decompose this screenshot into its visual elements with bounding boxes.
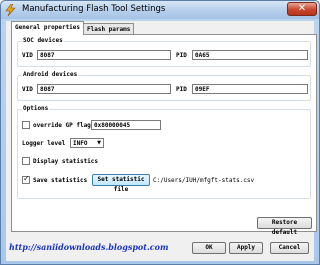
display-statistics-checkbox[interactable] — [22, 157, 30, 165]
soc-devices-title: SOC devices — [22, 37, 64, 44]
statistic-file-path: C:/Users/IUH/mfgft-stats.csv — [153, 177, 255, 184]
android-vid-field[interactable]: 8087 — [37, 84, 171, 94]
soc-vid-field[interactable]: 8087 — [37, 50, 171, 60]
apply-button[interactable]: Apply — [229, 242, 263, 254]
save-statistics-label: Save statistics — [33, 177, 88, 184]
lightning-icon — [5, 4, 16, 16]
dialog-client-area: General properties Flash params SOC devi… — [6, 21, 317, 261]
window-title: Manufacturing Flash Tool Settings — [22, 4, 166, 14]
chevron-down-icon: ▼ — [97, 140, 101, 146]
android-pid-field[interactable]: 09EF — [192, 84, 308, 94]
override-gp-checkbox[interactable] — [22, 121, 30, 129]
logger-level-select[interactable]: INFO ▼ — [70, 138, 104, 148]
android-vid-label: VID — [22, 86, 33, 93]
soc-pid-label: PID — [176, 52, 187, 59]
general-properties-panel: SOC devices VID 8087 PID 0A65 Android de… — [11, 34, 317, 236]
save-statistics-checkbox[interactable] — [22, 174, 30, 184]
ok-button[interactable]: OK — [192, 242, 226, 254]
soc-devices-group: SOC devices VID 8087 PID 0A65 — [17, 37, 311, 67]
settings-window: Manufacturing Flash Tool Settings ✕ Gene… — [0, 0, 320, 265]
tab-general-properties[interactable]: General properties — [11, 21, 85, 35]
display-statistics-label: Display statistics — [33, 158, 99, 165]
restore-default-button[interactable]: Restore default — [257, 217, 312, 236]
soc-vid-label: VID — [22, 52, 33, 59]
close-button[interactable]: ✕ — [287, 2, 317, 16]
watermark-text: http://saniidownloads.blogspot.com — [9, 242, 169, 252]
options-group: Options override GP flag 0x80000045 Logg… — [17, 105, 311, 199]
cancel-button[interactable]: Cancel — [270, 242, 309, 254]
override-gp-field[interactable]: 0x80000045 — [91, 120, 161, 130]
android-devices-title: Android devices — [22, 71, 79, 78]
options-title: Options — [22, 105, 50, 112]
android-devices-group: Android devices VID 8087 PID 09EF — [17, 71, 311, 101]
android-pid-label: PID — [176, 86, 187, 93]
override-gp-label: override GP flag — [33, 122, 91, 129]
set-statistic-file-button[interactable]: Set statistic file — [92, 174, 150, 193]
title-bar[interactable]: Manufacturing Flash Tool Settings ✕ — [1, 1, 319, 19]
soc-pid-field[interactable]: 0A65 — [192, 50, 308, 60]
logger-level-value: INFO — [73, 140, 88, 147]
logger-level-label: Logger level — [22, 140, 66, 147]
